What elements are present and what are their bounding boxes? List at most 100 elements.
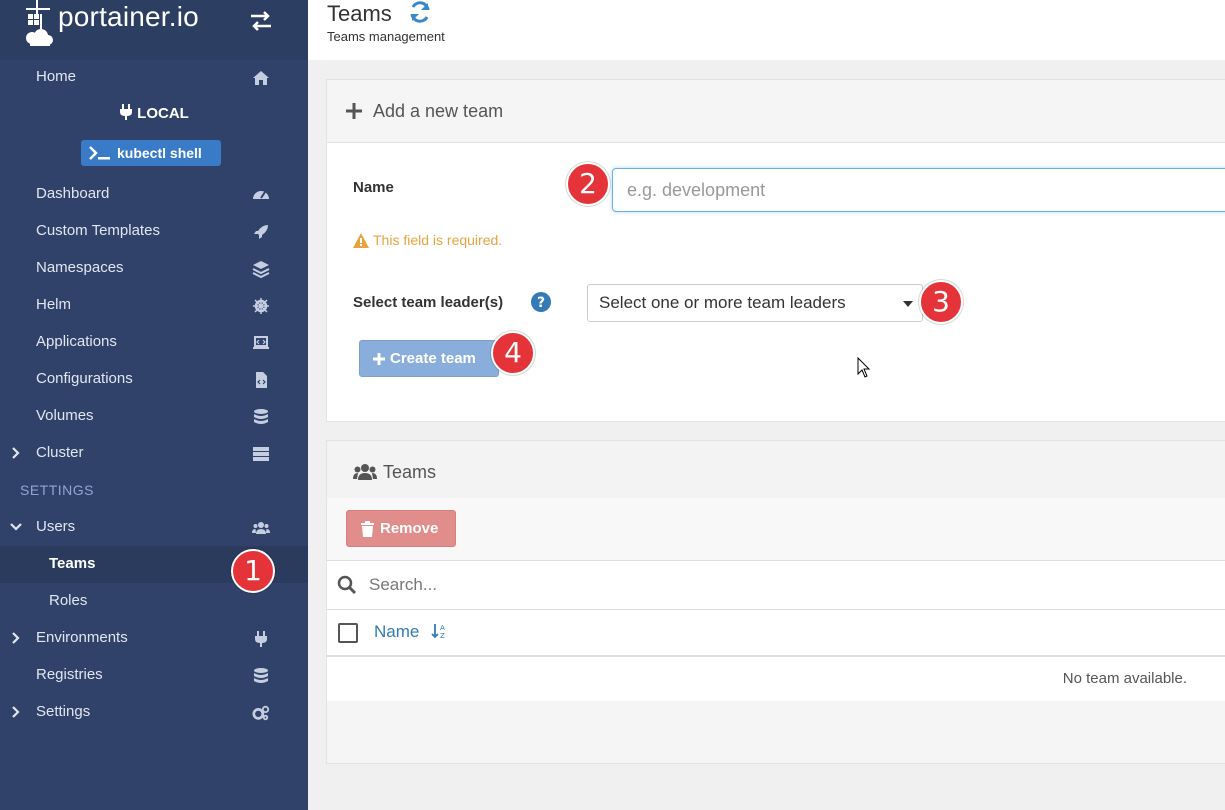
terminal-icon [89, 146, 110, 160]
sidebar-toggle-icon[interactable] [248, 8, 274, 34]
search-icon [337, 575, 357, 595]
plug-icon [255, 631, 267, 647]
page-subtitle: Teams management [327, 29, 445, 44]
layers-icon [252, 261, 270, 278]
caret-down-icon [903, 301, 913, 307]
sidebar-item-registries[interactable]: Registries [0, 657, 308, 694]
sidebar-item-environments[interactable]: Environments [0, 620, 308, 657]
help-icon[interactable]: ? [531, 292, 551, 312]
cogs-icon [252, 705, 270, 721]
warning-text: This field is required. [373, 232, 503, 248]
chevron-right-icon [12, 447, 20, 459]
sidebar-item-label: Home [36, 68, 77, 85]
team-name-input[interactable] [612, 168, 1225, 212]
teams-header: Teams [327, 441, 1225, 498]
trash-icon [361, 521, 374, 537]
add-team-widget: Add a new team Name This field is requir… [326, 79, 1225, 422]
plus-icon [373, 353, 385, 365]
sidebar-item-users[interactable]: Users [0, 509, 308, 546]
plus-icon [346, 103, 362, 119]
sidebar-item-applications[interactable]: Applications [0, 324, 308, 361]
server-icon [253, 447, 269, 461]
sidebar-item-namespaces[interactable]: Namespaces [0, 250, 308, 287]
mouse-cursor-icon [857, 357, 871, 378]
sidebar-item-settings[interactable]: Settings [0, 694, 308, 731]
environment-label: LOCAL [137, 105, 189, 122]
create-team-label: Create team [390, 350, 476, 367]
sidebar-header: portainer.io [0, 0, 308, 60]
team-leaders-select[interactable]: Select one or more team leaders [587, 284, 923, 322]
remove-label: Remove [380, 520, 439, 537]
remove-button[interactable]: Remove [346, 510, 456, 547]
page-header: Teams Teams management [308, 0, 1225, 60]
empty-row: No team available. [327, 657, 1225, 701]
sidebar-item-label: Roles [49, 592, 88, 609]
sidebar-item-label: Cluster [36, 444, 84, 461]
sidebar-item-label: Settings [36, 703, 91, 720]
sidebar-item-label: Users [36, 518, 76, 535]
teams-toolbar: Remove [327, 498, 1225, 561]
step-marker-2: 2 [566, 162, 610, 206]
users-icon [353, 464, 377, 480]
svg-text:?: ? [537, 295, 545, 311]
sidebar-item-custom-templates[interactable]: Custom Templates [0, 213, 308, 250]
sidebar-item-label: Helm [36, 296, 72, 313]
add-team-header: Add a new team [327, 80, 1225, 143]
sidebar-item-home[interactable]: Home [0, 59, 308, 96]
teams-title: Teams [383, 462, 437, 482]
sidebar-item-label: Environments [36, 629, 128, 646]
create-team-button[interactable]: Create team [359, 340, 499, 377]
sidebar-item-dashboard[interactable]: Dashboard [0, 176, 308, 213]
sidebar-item-label: Namespaces [36, 259, 124, 276]
sidebar-item-label: Volumes [36, 407, 94, 424]
kubectl-shell-label: kubectl shell [117, 145, 202, 161]
portainer-logo-icon [26, 0, 53, 46]
team-leaders-placeholder: Select one or more team leaders [599, 293, 846, 312]
chevron-right-icon [12, 632, 20, 644]
team-leaders-label: Select team leader(s) [353, 294, 504, 311]
warning-icon [353, 233, 369, 248]
empty-message: No team available. [1062, 670, 1187, 687]
name-required-warning: This field is required. [353, 232, 502, 248]
sidebar-item-label: Applications [36, 333, 117, 350]
teams-widget: Teams Remove Name AZ No team available. [326, 440, 1225, 764]
add-team-title: Add a new team [373, 101, 504, 121]
svg-text:A: A [440, 624, 445, 632]
sidebar-item-volumes[interactable]: Volumes [0, 398, 308, 435]
sidebar-item-label: Custom Templates [36, 222, 160, 239]
database-icon [254, 668, 268, 683]
sidebar: portainer.io Home LOCAL kubectl shell Da… [0, 0, 308, 810]
sidebar-item-helm[interactable]: Helm [0, 287, 308, 324]
step-marker-1: 1 [231, 549, 275, 593]
refresh-icon[interactable] [408, 0, 432, 24]
name-label: Name [353, 179, 394, 196]
search-input[interactable] [369, 571, 1069, 599]
rocket-icon [254, 225, 268, 239]
table-header: Name AZ [327, 610, 1225, 657]
users-icon [252, 522, 270, 534]
step-marker-3: 3 [919, 280, 963, 324]
sidebar-item-label: Teams [49, 555, 96, 572]
sort-alpha-icon[interactable]: AZ [431, 623, 447, 639]
select-all-checkbox[interactable] [338, 623, 358, 643]
settings-section-title: SETTINGS [20, 482, 95, 498]
tachometer-icon [253, 191, 269, 199]
chevron-down-icon [10, 523, 22, 531]
database-icon [254, 409, 268, 424]
sidebar-item-label: Configurations [36, 370, 133, 387]
sidebar-item-configurations[interactable]: Configurations [0, 361, 308, 398]
file-code-icon [256, 372, 267, 388]
laptop-code-icon [253, 336, 269, 349]
page-title: Teams [327, 1, 392, 26]
sidebar-item-cluster[interactable]: Cluster [0, 435, 308, 472]
environment-name: LOCAL [0, 104, 308, 122]
step-marker-4: 4 [491, 331, 535, 375]
sidebar-item-label: Dashboard [36, 185, 110, 202]
svg-text:Z: Z [440, 632, 445, 639]
kubectl-shell-button[interactable]: kubectl shell [81, 140, 221, 166]
home-icon [253, 71, 269, 85]
column-name-header[interactable]: Name [374, 622, 419, 642]
brand-name: portainer.io [58, 1, 199, 32]
helm-icon [253, 298, 269, 314]
chevron-right-icon [12, 706, 20, 718]
